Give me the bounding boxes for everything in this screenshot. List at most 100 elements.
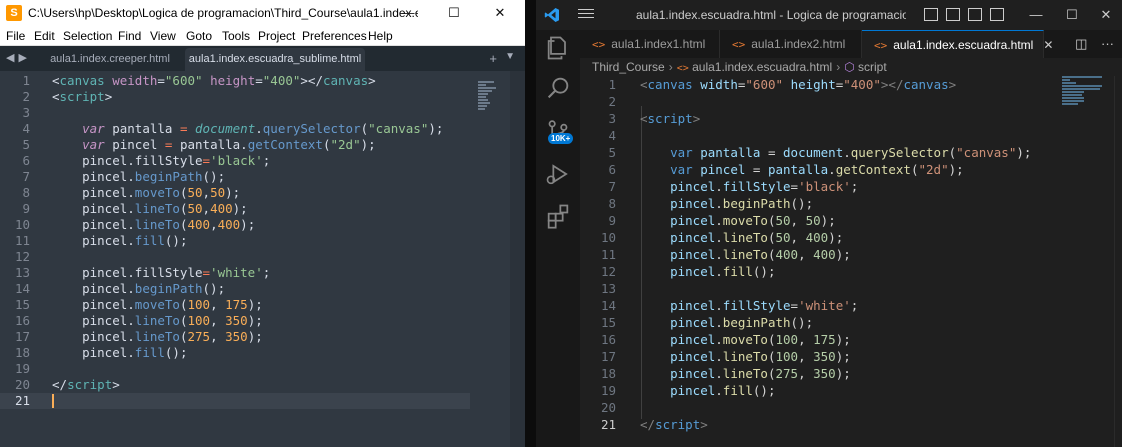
menu-hamburger-icon[interactable] — [578, 6, 594, 21]
menu-goto[interactable]: Goto — [186, 29, 212, 43]
breadcrumb-folder[interactable]: Third_Course — [592, 60, 665, 74]
code-line[interactable]: 2 <script> — [0, 89, 470, 105]
code-line[interactable]: 6 pincel.fillStyle='black'; — [0, 153, 470, 169]
code-line[interactable]: 5 var pantalla = document.querySelector(… — [580, 144, 1050, 161]
code-line[interactable]: 11 pincel.lineTo(400, 400); — [580, 246, 1050, 263]
code-text: pincel.lineTo(275, 350); — [52, 329, 263, 344]
code-line[interactable]: 16 pincel.lineTo(100, 350); — [0, 313, 470, 329]
toggle-sidebar-icon[interactable] — [924, 8, 938, 21]
code-line[interactable]: 12 pincel.fill(); — [580, 263, 1050, 280]
menu-preferences[interactable]: Preferences — [302, 29, 367, 43]
menu-help[interactable]: Help — [368, 29, 393, 43]
sublime-scrollbar[interactable] — [510, 71, 525, 447]
code-text: pincel.lineTo(100, 350); — [52, 313, 263, 328]
extensions-icon[interactable] — [544, 202, 572, 230]
tab-index2[interactable]: <> aula1.index2.html — [720, 30, 862, 58]
explorer-icon[interactable] — [544, 34, 572, 62]
tab-escuadra[interactable]: <> aula1.index.escuadra.html ✕ — [862, 30, 1053, 58]
code-line[interactable]: 2 — [580, 93, 1050, 110]
tab-creeper[interactable]: aula1.index.creeper.html — [40, 48, 180, 71]
search-icon[interactable] — [544, 74, 572, 102]
code-line[interactable]: 10 pincel.lineTo(50, 400); — [580, 229, 1050, 246]
code-line[interactable]: 14 pincel.beginPath(); — [0, 281, 470, 297]
code-line[interactable]: 21 — [0, 393, 470, 409]
minimize-icon[interactable]: — — [385, 0, 431, 26]
close-icon[interactable]: ✕ — [477, 0, 523, 26]
menu-view[interactable]: View — [150, 29, 176, 43]
menu-file[interactable]: File — [6, 29, 25, 43]
code-line[interactable]: 5 var pincel = pantalla.getContext("2d")… — [0, 137, 470, 153]
vscode-code-editor[interactable]: 1 <canvas width="600" height="400"></canv… — [580, 76, 1122, 447]
code-line[interactable]: 3 — [0, 105, 470, 121]
code-text: pincel.lineTo(400,400); — [52, 217, 256, 232]
menu-find[interactable]: Find — [118, 29, 141, 43]
menu-tools[interactable]: Tools — [222, 29, 250, 43]
code-line[interactable]: 19 pincel.fill(); — [580, 382, 1050, 399]
code-line[interactable]: 16 pincel.moveTo(100, 175); — [580, 331, 1050, 348]
line-number: 1 — [22, 73, 30, 88]
menu-project[interactable]: Project — [258, 29, 295, 43]
code-line[interactable]: 9 pincel.moveTo(50, 50); — [580, 212, 1050, 229]
code-line[interactable]: 17 pincel.lineTo(100, 350); — [580, 348, 1050, 365]
code-line[interactable]: 10 pincel.lineTo(400,400); — [0, 217, 470, 233]
maximize-icon[interactable]: ☐ — [431, 0, 477, 26]
code-line[interactable]: 13 pincel.fillStyle='white'; — [0, 265, 470, 281]
close-tab-icon[interactable]: ✕ — [1043, 38, 1053, 52]
toggle-panel-icon[interactable] — [946, 8, 960, 21]
vscode-minimap[interactable] — [1062, 76, 1112, 116]
code-line[interactable]: 13 — [580, 280, 1050, 297]
code-line[interactable]: 20 — [580, 399, 1050, 416]
code-line[interactable]: 11 pincel.fill(); — [0, 233, 470, 249]
code-line[interactable]: 14 pincel.fillStyle='white'; — [580, 297, 1050, 314]
vscode-close-icon[interactable]: ✕ — [1086, 0, 1122, 30]
new-tab-icon[interactable]: + — [489, 51, 497, 66]
more-actions-icon[interactable]: ··· — [1101, 36, 1114, 51]
code-line[interactable]: 4 var pantalla = document.querySelector(… — [0, 121, 470, 137]
split-editor-icon[interactable]: ◫ — [1075, 36, 1087, 51]
menu-selection[interactable]: Selection — [63, 29, 112, 43]
code-line[interactable]: 1 <canvas weidth="600" height="400"></can… — [0, 73, 470, 89]
run-debug-icon[interactable] — [544, 160, 572, 188]
toggle-secondary-sidebar-icon[interactable] — [968, 8, 982, 21]
code-line[interactable]: 7 pincel.beginPath(); — [0, 169, 470, 185]
code-line[interactable]: 1 <canvas width="600" height="400"></canv… — [580, 76, 1050, 93]
tab-scroll-arrows-icon[interactable]: ◀▶ — [6, 51, 31, 64]
code-line[interactable]: 9 pincel.lineTo(50,400); — [0, 201, 470, 217]
line-number: 19 — [14, 361, 30, 376]
vscode-scrollbar[interactable] — [1114, 76, 1122, 447]
code-line[interactable]: 15 pincel.beginPath(); — [580, 314, 1050, 331]
code-line[interactable]: 21 </script> — [580, 416, 1050, 433]
tab-index1[interactable]: <> aula1.index1.html — [580, 30, 720, 58]
line-number: 13 — [600, 281, 616, 296]
tab-label: aula1.index2.html — [751, 37, 846, 51]
line-number: 17 — [600, 349, 616, 364]
code-text: pincel.fill(); — [670, 383, 776, 398]
code-line[interactable]: 8 pincel.beginPath(); — [580, 195, 1050, 212]
sublime-code-editor[interactable]: 1 <canvas weidth="600" height="400"></can… — [0, 71, 525, 447]
code-line[interactable]: 6 var pincel = pantalla.getContext("2d")… — [580, 161, 1050, 178]
code-text: pincel.beginPath(); — [670, 315, 814, 330]
tab-escuadra-sublime[interactable]: aula1.index.escuadra_sublime.html — [185, 48, 365, 71]
code-line[interactable]: 8 pincel.moveTo(50,50); — [0, 185, 470, 201]
code-line[interactable]: 20 </script> — [0, 377, 470, 393]
breadcrumb-file[interactable]: aula1.index.escuadra.html — [692, 60, 832, 74]
code-line[interactable]: 3 <script> — [580, 110, 1050, 127]
code-line[interactable]: 17 pincel.lineTo(275, 350); — [0, 329, 470, 345]
breadcrumb-symbol[interactable]: script — [858, 60, 887, 74]
code-text: pincel.beginPath(); — [52, 169, 226, 184]
code-line[interactable]: 19 — [0, 361, 470, 377]
code-line[interactable]: 4 — [580, 127, 1050, 144]
menu-edit[interactable]: Edit — [34, 29, 55, 43]
customize-layout-icon[interactable] — [990, 8, 1004, 21]
code-text: pincel.fillStyle='white'; — [670, 298, 859, 313]
symbol-cube-icon: ⬡ — [844, 60, 855, 74]
code-line[interactable]: 18 pincel.lineTo(275, 350); — [580, 365, 1050, 382]
code-line[interactable]: 18 pincel.fill(); — [0, 345, 470, 361]
vscode-minimize-icon[interactable]: — — [1016, 0, 1056, 30]
code-text: pincel.moveTo(100, 175); — [670, 332, 851, 347]
code-line[interactable]: 7 pincel.fillStyle='black'; — [580, 178, 1050, 195]
tab-menu-chevron-down-icon[interactable]: ▼ — [505, 51, 515, 62]
sublime-minimap[interactable] — [478, 81, 498, 115]
code-line[interactable]: 12 — [0, 249, 470, 265]
code-line[interactable]: 15 pincel.moveTo(100, 175); — [0, 297, 470, 313]
